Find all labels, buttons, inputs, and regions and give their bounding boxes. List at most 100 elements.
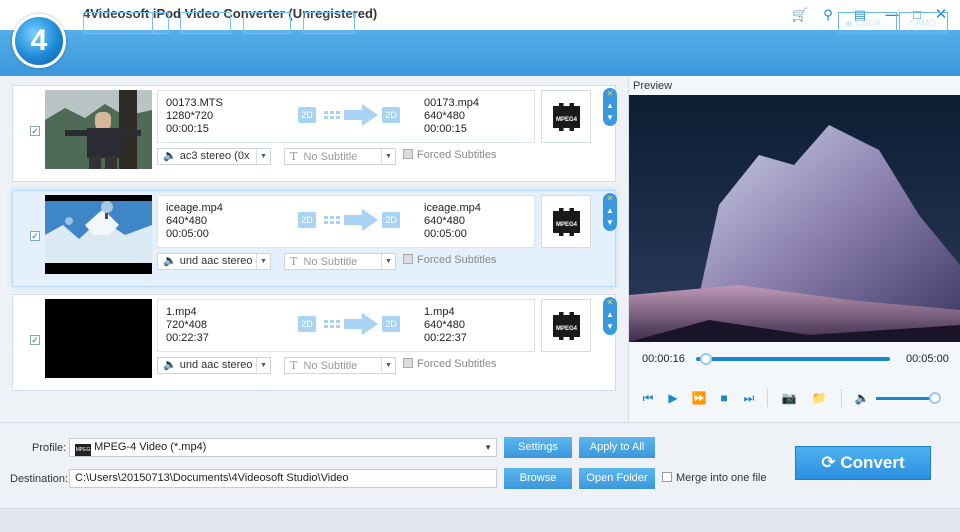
subtitle-select[interactable]: T No Subtitle ▼ xyxy=(284,253,396,270)
output-format-button[interactable]: MPEG4 xyxy=(541,299,591,352)
snapshot-camera-icon[interactable]: 📷 xyxy=(781,390,797,406)
seek-bar[interactable] xyxy=(696,357,890,361)
add-file-button[interactable]: ✚ Add File ▼ xyxy=(83,12,169,34)
divider xyxy=(841,389,842,407)
divider xyxy=(767,389,768,407)
checkbox[interactable] xyxy=(403,358,413,368)
chevron-down-icon: ▼ xyxy=(256,149,270,164)
speaker-icon: 🔈 xyxy=(163,359,177,371)
remove-icon[interactable]: ✕ xyxy=(603,193,617,205)
destination-input[interactable]: C:\Users\20150713\Documents\4Videosoft S… xyxy=(69,469,497,488)
cart-icon[interactable]: 🛒 xyxy=(790,5,810,25)
output-format-button[interactable]: MPEG4 xyxy=(541,195,591,248)
file-info-box: iceage.mp4 640*480 00:05:00 2D 2D iceage… xyxy=(157,195,535,248)
audio-track-select[interactable]: 🔈 ac3 stereo (0x ▼ xyxy=(157,148,271,165)
output-info: 1.mp4 640*480 00:22:37 xyxy=(424,306,467,344)
convert-arrow-icon xyxy=(324,313,378,335)
volume-icon[interactable]: 🔈 xyxy=(854,390,870,406)
forced-subtitles-checkbox[interactable]: Forced Subtitles xyxy=(403,358,496,370)
settings-button[interactable]: Settings xyxy=(504,437,572,458)
skip-forward-icon[interactable]: ⏭ xyxy=(741,390,757,406)
chevron-down-icon: ▼ xyxy=(381,254,395,269)
3d-icon: ◫ xyxy=(253,17,265,29)
text-icon: T xyxy=(290,255,298,268)
video-thumbnail xyxy=(45,90,152,169)
preview-label: Preview xyxy=(633,80,673,92)
cuda-button[interactable]: ◉ CUDA xyxy=(838,12,897,34)
checkbox[interactable] xyxy=(403,149,413,159)
folder-icon[interactable]: 📁 xyxy=(811,390,827,406)
output-info: 00173.mp4 640*480 00:00:15 xyxy=(424,97,480,135)
convert-arrow-icon xyxy=(324,209,378,231)
forced-subtitles-checkbox[interactable]: Forced Subtitles xyxy=(403,149,496,161)
file-info-box: 1.mp4 720*408 00:22:37 2D 2D 1.mp4 640*4… xyxy=(157,299,535,352)
fast-forward-icon[interactable]: ⏩ xyxy=(691,390,707,406)
file-row[interactable]: iceage.mp4 640*480 00:05:00 2D 2D iceage… xyxy=(12,190,617,287)
profile-label: Profile: xyxy=(32,442,67,454)
speaker-icon: 🔈 xyxy=(163,255,177,267)
forced-subtitles-checkbox[interactable]: Forced Subtitles xyxy=(403,254,496,266)
chevron-down-icon: ▼ xyxy=(381,358,395,373)
app-logo: 4 xyxy=(12,14,66,68)
file-info-box: 00173.MTS 1280*720 00:00:15 2D 2D 00173.… xyxy=(157,90,535,143)
clip-button[interactable]: ✂ Clip xyxy=(180,12,231,34)
remove-icon[interactable]: ✕ xyxy=(603,297,617,309)
row-side-controls: ✕ ▲ ▼ xyxy=(603,297,617,335)
move-down-icon[interactable]: ▼ xyxy=(603,321,617,333)
browse-button[interactable]: Browse xyxy=(504,468,572,489)
move-up-icon[interactable]: ▲ xyxy=(603,309,617,321)
row-side-controls: ✕ ▲ ▼ xyxy=(603,88,617,126)
nvidia-icon: ◉ xyxy=(845,18,853,28)
add-file-icon: ✚ xyxy=(94,17,104,29)
profile-format-icon: MPEG xyxy=(75,444,91,456)
source-info: 00173.MTS 1280*720 00:00:15 xyxy=(166,97,223,135)
move-up-icon[interactable]: ▲ xyxy=(603,205,617,217)
audio-track-select[interactable]: 🔈 und aac stereo ▼ xyxy=(157,357,271,374)
file-checkbox[interactable]: ✓ xyxy=(30,126,40,136)
subtitle-select[interactable]: T No Subtitle ▼ xyxy=(284,148,396,165)
video-thumbnail xyxy=(45,195,152,274)
volume-handle[interactable] xyxy=(928,392,941,404)
file-row[interactable]: 00173.MTS 1280*720 00:00:15 2D 2D 00173.… xyxy=(12,85,617,182)
source-2d-badge: 2D xyxy=(298,316,316,332)
mpeg4-film-icon: MPEG4 xyxy=(553,208,580,236)
subtitle-select[interactable]: T No Subtitle ▼ xyxy=(284,357,396,374)
register-key-icon[interactable]: ⚲ xyxy=(818,5,838,25)
amd-button[interactable]: ↗ AMD xyxy=(899,12,948,34)
remove-icon[interactable]: ✕ xyxy=(603,88,617,100)
move-down-icon[interactable]: ▼ xyxy=(603,112,617,124)
stop-icon[interactable]: ■ xyxy=(716,390,732,406)
convert-arrow-icon xyxy=(324,104,378,126)
output-info: iceage.mp4 640*480 00:05:00 xyxy=(424,202,481,240)
checkbox[interactable] xyxy=(403,254,413,264)
destination-label: Destination: xyxy=(10,473,69,485)
scissors-icon: ✂ xyxy=(191,17,201,29)
mpeg4-film-icon: MPEG4 xyxy=(553,312,580,340)
output-2d-badge: 2D xyxy=(382,107,400,123)
skip-back-icon[interactable]: ⏮ xyxy=(640,390,656,406)
add-file-dropdown-icon[interactable]: ▼ xyxy=(152,13,168,33)
file-checkbox[interactable]: ✓ xyxy=(30,231,40,241)
apply-to-all-button[interactable]: Apply to All xyxy=(579,437,655,458)
open-folder-button[interactable]: Open Folder xyxy=(579,468,655,489)
file-checkbox[interactable]: ✓ xyxy=(30,335,40,345)
move-up-icon[interactable]: ▲ xyxy=(603,100,617,112)
merge-checkbox[interactable] xyxy=(662,472,672,482)
merge-label: Merge into one file xyxy=(676,472,767,484)
move-down-icon[interactable]: ▼ xyxy=(603,217,617,229)
current-time: 00:00:16 xyxy=(642,353,685,365)
3d-button[interactable]: ◫ 3D xyxy=(243,12,291,34)
profile-select[interactable]: MPEG MPEG-4 Video (*.mp4) ▼ xyxy=(69,438,497,457)
seek-handle[interactable] xyxy=(699,353,712,365)
audio-track-select[interactable]: 🔈 und aac stereo ▼ xyxy=(157,253,271,270)
amd-icon: ↗ xyxy=(906,18,914,28)
chevron-down-icon: ▼ xyxy=(484,443,492,452)
source-2d-badge: 2D xyxy=(298,107,316,123)
file-row[interactable]: 1.mp4 720*408 00:22:37 2D 2D 1.mp4 640*4… xyxy=(12,294,617,391)
toolbar xyxy=(0,30,960,76)
play-icon[interactable]: ▶ xyxy=(665,390,681,406)
output-format-button[interactable]: MPEG4 xyxy=(541,90,591,143)
edit-button[interactable]: ✦ Edit xyxy=(303,12,355,34)
text-icon: T xyxy=(290,359,298,372)
convert-button[interactable]: ⟳ Convert xyxy=(795,446,931,480)
